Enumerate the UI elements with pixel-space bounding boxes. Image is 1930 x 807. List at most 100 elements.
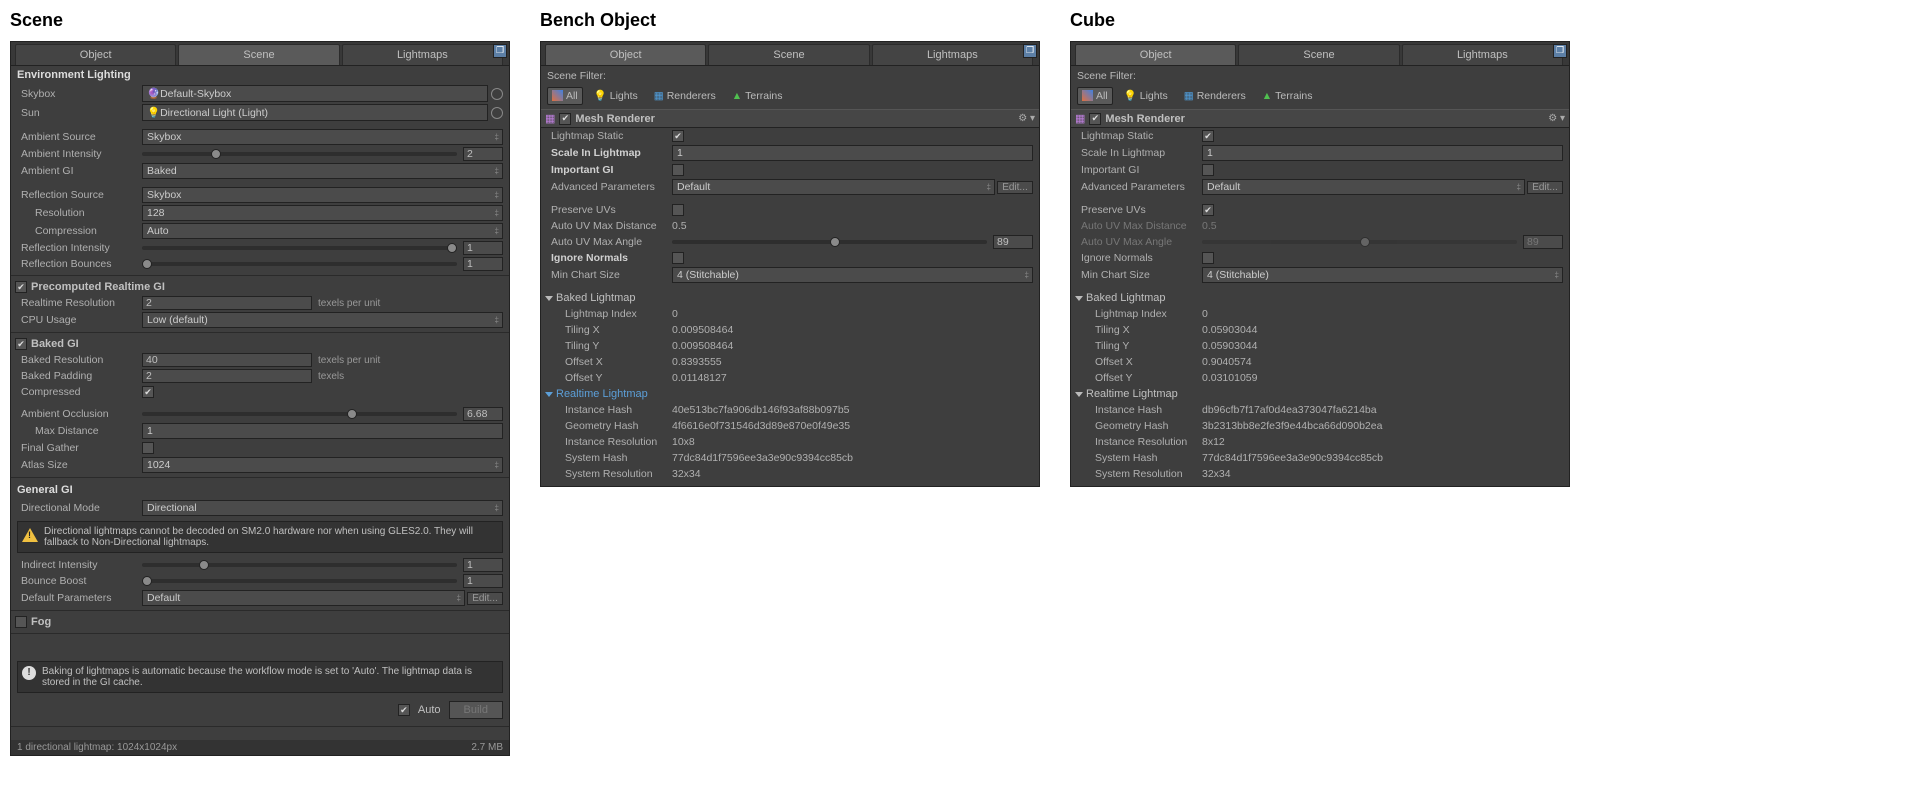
lightmap-static-checkbox[interactable]: [1202, 130, 1214, 142]
directional-mode-label: Directional Mode: [17, 502, 142, 514]
baked-lightmap-foldout[interactable]: Baked Lightmap: [541, 290, 1039, 306]
mesh-renderer-header[interactable]: ▦ Mesh Renderer ⚙ ▾: [1071, 109, 1569, 128]
important-gi-checkbox[interactable]: [672, 164, 684, 176]
reflection-intensity-slider[interactable]: [142, 246, 457, 250]
fog-checkbox[interactable]: [15, 616, 27, 628]
baked-lightmap-foldout[interactable]: Baked Lightmap: [1071, 290, 1569, 306]
reflection-intensity-value[interactable]: 1: [463, 241, 503, 255]
popout-icon[interactable]: ❐: [493, 44, 507, 58]
ambient-source-label: Ambient Source: [17, 131, 142, 143]
resolution-dropdown[interactable]: 128‡: [142, 205, 503, 221]
final-gather-checkbox[interactable]: [142, 442, 154, 454]
tab-object[interactable]: Object: [545, 44, 706, 65]
tab-scene[interactable]: Scene: [1238, 44, 1399, 65]
mesh-renderer-header[interactable]: ▦ Mesh Renderer ⚙ ▾: [541, 109, 1039, 128]
indirect-intensity-slider[interactable]: [142, 563, 457, 567]
popout-icon[interactable]: ❐: [1553, 44, 1567, 58]
gear-icon[interactable]: ⚙ ▾: [1018, 113, 1035, 124]
tab-lightmaps[interactable]: Lightmaps: [1402, 44, 1563, 65]
build-button[interactable]: Build: [449, 701, 503, 719]
tab-lightmaps[interactable]: Lightmaps: [342, 44, 503, 65]
reflection-bounces-value[interactable]: 1: [463, 257, 503, 271]
cpu-usage-dropdown[interactable]: Low (default)‡: [142, 312, 503, 328]
baked-gi-checkbox[interactable]: [15, 338, 27, 350]
tab-object[interactable]: Object: [1075, 44, 1236, 65]
edit-button[interactable]: Edit...: [1527, 181, 1563, 194]
compressed-checkbox[interactable]: [142, 386, 154, 398]
gear-icon[interactable]: ⚙ ▾: [1548, 113, 1565, 124]
skybox-field[interactable]: 🔮Default-Skybox: [142, 85, 488, 102]
realtime-lightmap-foldout[interactable]: Realtime Lightmap: [541, 386, 1039, 402]
edit-button[interactable]: Edit...: [997, 181, 1033, 194]
auto-uv-angle-value[interactable]: 89: [993, 235, 1033, 249]
ambient-gi-dropdown[interactable]: Baked‡: [142, 163, 503, 179]
edit-button[interactable]: Edit...: [467, 592, 503, 605]
precomputed-gi-checkbox[interactable]: [15, 281, 27, 293]
tab-scene[interactable]: Scene: [708, 44, 869, 65]
ao-slider[interactable]: [142, 412, 457, 416]
tab-lightmaps[interactable]: Lightmaps: [872, 44, 1033, 65]
min-chart-dropdown[interactable]: 4 (Stitchable)‡: [672, 267, 1033, 283]
ignore-normals-checkbox[interactable]: [672, 252, 684, 264]
filter-renderers[interactable]: ▦Renderers: [649, 87, 721, 105]
mesh-renderer-enabled-checkbox[interactable]: [559, 113, 571, 125]
advanced-params-dropdown[interactable]: Default‡: [672, 179, 995, 195]
scale-in-lightmap-field[interactable]: 1: [672, 145, 1033, 161]
auto-uv-angle-slider[interactable]: [672, 240, 987, 244]
scale-in-lightmap-field[interactable]: 1: [1202, 145, 1563, 161]
tab-object[interactable]: Object: [15, 44, 176, 65]
fog-foldout[interactable]: Fog: [11, 614, 509, 630]
default-params-dropdown[interactable]: Default‡: [142, 590, 465, 606]
lightmap-static-checkbox[interactable]: [672, 130, 684, 142]
sun-picker-icon[interactable]: [491, 107, 503, 119]
indirect-intensity-value[interactable]: 1: [463, 558, 503, 572]
auto-uv-dist-value[interactable]: 0.5: [672, 220, 1033, 232]
sun-field[interactable]: 💡Directional Light (Light): [142, 104, 488, 121]
precomputed-gi-foldout[interactable]: Precomputed Realtime GI: [11, 279, 509, 295]
bounce-boost-value[interactable]: 1: [463, 574, 503, 588]
directional-mode-dropdown[interactable]: Directional‡: [142, 500, 503, 516]
filter-terrains[interactable]: ▲Terrains: [727, 87, 788, 105]
info-icon: !: [22, 666, 36, 680]
max-distance-value[interactable]: 1: [142, 423, 503, 439]
warning-icon: [22, 528, 38, 542]
env-lighting-header: Environment Lighting: [11, 66, 509, 84]
important-gi-checkbox[interactable]: [1202, 164, 1214, 176]
ignore-normals-checkbox[interactable]: [1202, 252, 1214, 264]
bounce-boost-label: Bounce Boost: [17, 575, 142, 587]
popout-icon[interactable]: ❐: [1023, 44, 1037, 58]
filter-renderers[interactable]: ▦Renderers: [1179, 87, 1251, 105]
realtime-res-value[interactable]: 2: [142, 296, 312, 310]
realtime-lightmap-foldout[interactable]: Realtime Lightmap: [1071, 386, 1569, 402]
skybox-picker-icon[interactable]: [491, 88, 503, 100]
auto-checkbox[interactable]: [398, 704, 410, 716]
ao-label: Ambient Occlusion: [17, 408, 142, 420]
compression-dropdown[interactable]: Auto‡: [142, 223, 503, 239]
bounce-boost-slider[interactable]: [142, 579, 457, 583]
ambient-intensity-slider[interactable]: [142, 152, 457, 156]
baked-padding-value[interactable]: 2: [142, 369, 312, 383]
mesh-renderer-enabled-checkbox[interactable]: [1089, 113, 1101, 125]
filter-all[interactable]: All: [547, 87, 583, 105]
filter-terrains[interactable]: ▲Terrains: [1257, 87, 1318, 105]
min-chart-dropdown[interactable]: 4 (Stitchable)‡: [1202, 267, 1563, 283]
reflection-bounces-slider[interactable]: [142, 262, 457, 266]
ambient-source-dropdown[interactable]: Skybox‡: [142, 129, 503, 145]
reflection-bounces-label: Reflection Bounces: [17, 258, 142, 270]
advanced-params-dropdown[interactable]: Default‡: [1202, 179, 1525, 195]
preserve-uvs-checkbox[interactable]: [672, 204, 684, 216]
baked-res-value[interactable]: 40: [142, 353, 312, 367]
compression-label: Compression: [17, 225, 142, 237]
indirect-intensity-label: Indirect Intensity: [17, 559, 142, 571]
ao-value[interactable]: 6.68: [463, 407, 503, 421]
preserve-uvs-checkbox[interactable]: [1202, 204, 1214, 216]
reflection-source-dropdown[interactable]: Skybox‡: [142, 187, 503, 203]
filter-lights[interactable]: 💡Lights: [589, 86, 643, 105]
baked-gi-foldout[interactable]: Baked GI: [11, 336, 509, 352]
ambient-intensity-value[interactable]: 2: [463, 147, 503, 161]
filter-all[interactable]: All: [1077, 87, 1113, 105]
tab-scene[interactable]: Scene: [178, 44, 339, 65]
filter-lights[interactable]: 💡Lights: [1119, 86, 1173, 105]
atlas-size-dropdown[interactable]: 1024‡: [142, 457, 503, 473]
scene-filter-label: Scene Filter:: [1077, 70, 1563, 82]
